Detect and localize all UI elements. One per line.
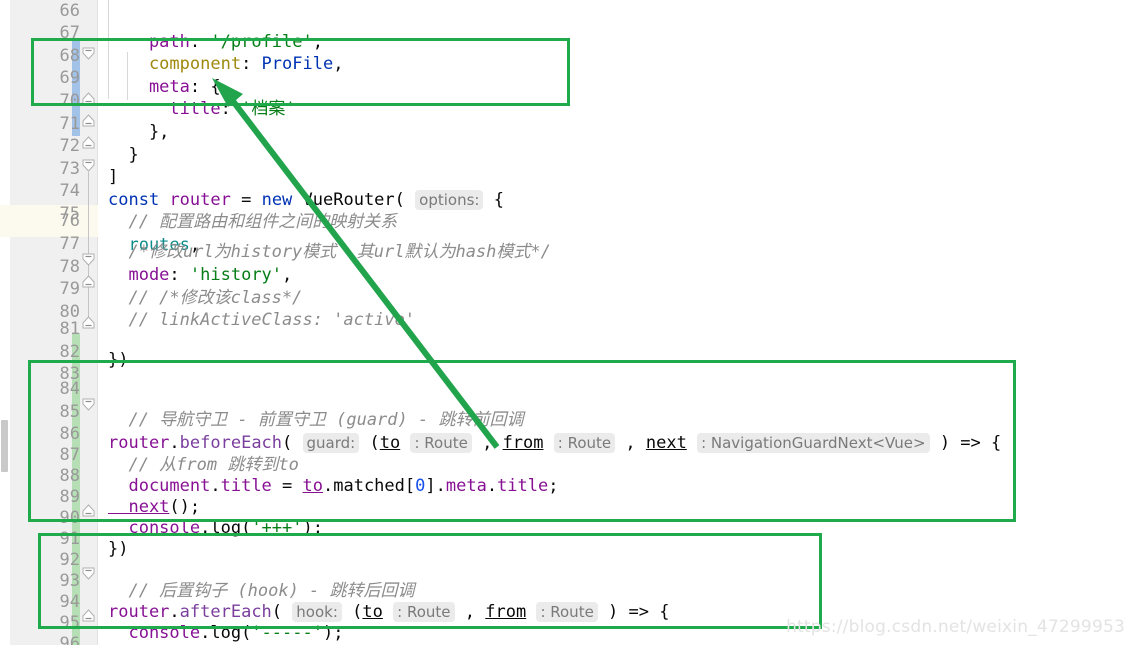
fold-collapse-icon[interactable] <box>82 253 95 266</box>
scrollbar-thumb[interactable] <box>1 420 8 472</box>
fold-collapse-icon[interactable] <box>82 398 95 411</box>
fold-end-icon[interactable] <box>82 92 95 105</box>
code-editor[interactable]: 66 67 68 69 70 71 72 73 74 75 76 77 78 7… <box>0 0 1135 645</box>
fold-end-icon[interactable] <box>82 114 95 127</box>
fold-end-icon[interactable] <box>82 275 95 288</box>
fold-end-icon[interactable] <box>82 316 95 329</box>
fold-end-icon[interactable] <box>82 504 95 517</box>
fold-end-icon[interactable] <box>82 136 95 149</box>
fold-collapse-icon[interactable] <box>82 567 95 580</box>
line-number: 96 <box>59 634 80 645</box>
fold-end-icon[interactable] <box>82 609 95 622</box>
code-content[interactable]: path: '/profile', component: ProFile, me… <box>98 0 1135 645</box>
watermark-text: https://blog.csdn.net/weixin_47299953 <box>786 617 1125 637</box>
fold-scope-line <box>88 172 89 317</box>
fold-collapse-icon[interactable] <box>82 159 95 172</box>
fold-collapse-icon[interactable] <box>82 47 95 60</box>
